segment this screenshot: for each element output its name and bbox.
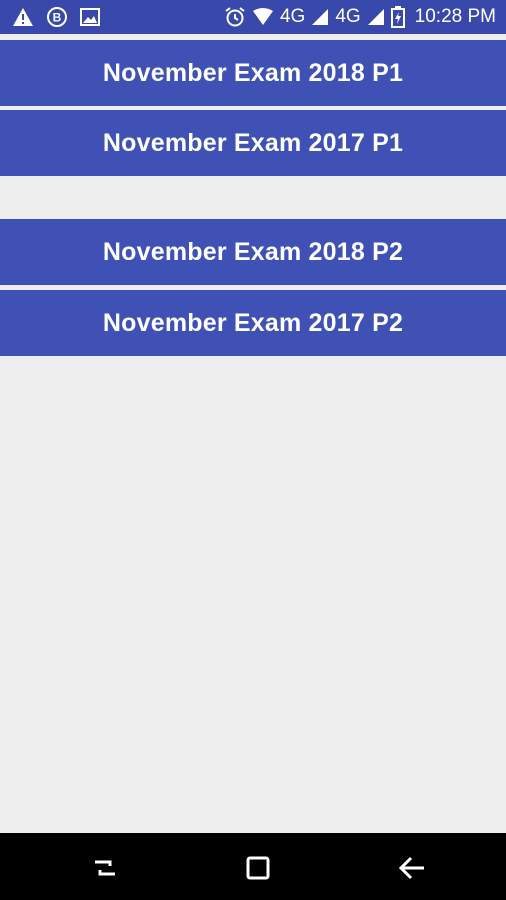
clock: 10:28 PM [414, 6, 496, 27]
battery-icon [390, 6, 405, 28]
signal-icon [311, 8, 329, 26]
status-bar: B 4G 4G 10:28 PM [0, 0, 506, 34]
exam-button-label: November Exam 2017 P2 [102, 308, 404, 337]
system-icons: 4G 4G 10:28 PM [218, 6, 496, 28]
alarm-icon [224, 6, 246, 28]
image-icon [80, 8, 100, 26]
exam-button-label: November Exam 2018 P2 [102, 237, 404, 266]
home-icon[interactable] [241, 851, 275, 885]
exam-button-label: November Exam 2018 P1 [102, 58, 404, 87]
exam-button-2018-p2[interactable]: November Exam 2018 P2 [0, 219, 506, 285]
warning-icon [12, 7, 34, 27]
navigation-bar [0, 833, 506, 900]
back-icon[interactable] [395, 851, 429, 885]
recents-icon[interactable] [88, 851, 122, 885]
wifi-icon [252, 8, 274, 26]
signal-icon [367, 8, 385, 26]
b-badge-icon: B [46, 6, 68, 28]
network-type-1: 4G [279, 6, 306, 27]
exam-button-2017-p1[interactable]: November Exam 2017 P1 [0, 110, 506, 176]
notification-icons: B [12, 6, 112, 28]
exam-button-2017-p2[interactable]: November Exam 2017 P2 [0, 290, 506, 356]
svg-text:B: B [53, 11, 62, 25]
network-type-2: 4G [335, 6, 361, 27]
exam-button-label: November Exam 2017 P1 [102, 128, 404, 157]
exam-button-2018-p1[interactable]: November Exam 2018 P1 [0, 40, 506, 106]
